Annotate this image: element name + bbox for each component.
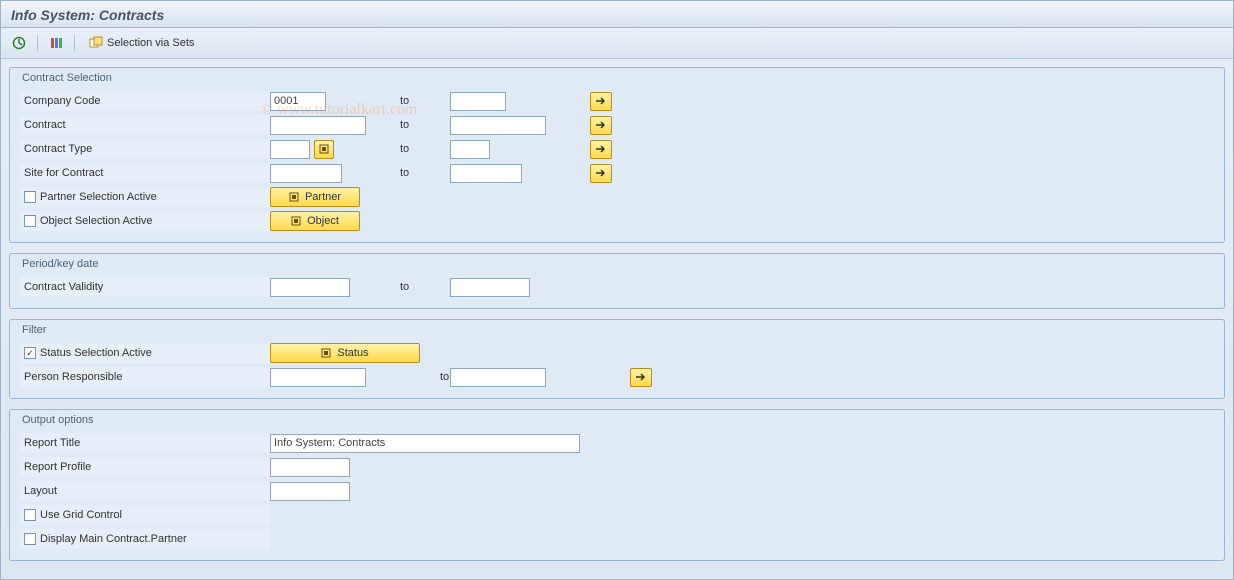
label-report-title: Report Title (20, 433, 270, 453)
group-filter: Filter ✓ Status Selection Active Status … (9, 319, 1225, 399)
to-label: to (370, 167, 450, 179)
person-from-input[interactable] (270, 368, 366, 387)
display-main-text: Display Main Contract.Partner (40, 529, 187, 549)
report-title-input[interactable] (270, 434, 580, 453)
window: Info System: Contracts Selection via Set… (0, 0, 1234, 580)
row-report-profile: Report Profile (20, 456, 1214, 478)
partner-button-label: Partner (305, 191, 341, 203)
contract-to-input[interactable] (450, 116, 546, 135)
row-report-title: Report Title (20, 432, 1214, 454)
row-status-active: ✓ Status Selection Active Status (20, 342, 1214, 364)
label-partner-active: Partner Selection Active (20, 187, 270, 207)
object-button-label: Object (307, 215, 339, 227)
contract-type-search-help-button[interactable] (314, 140, 334, 159)
execute-button[interactable] (9, 33, 29, 53)
object-active-text: Object Selection Active (40, 211, 153, 231)
toolbar-separator (37, 35, 38, 51)
grid-text: Use Grid Control (40, 505, 122, 525)
to-label: to (370, 119, 450, 131)
legend-period: Period/key date (22, 258, 1214, 270)
site-more-button[interactable] (590, 164, 612, 183)
label-status-active: ✓ Status Selection Active (20, 343, 270, 363)
report-profile-input[interactable] (270, 458, 350, 477)
to-label: to (370, 281, 450, 293)
label-validity: Contract Validity (20, 277, 270, 297)
label-company-code: Company Code (20, 91, 270, 111)
person-more-button[interactable] (630, 368, 652, 387)
to-label: to (370, 143, 450, 155)
object-button[interactable]: Object (270, 211, 360, 231)
row-site: Site for Contract to (20, 162, 1214, 184)
status-button[interactable]: Status (270, 343, 420, 363)
label-object-active: Object Selection Active (20, 211, 270, 231)
company-code-more-button[interactable] (590, 92, 612, 111)
contract-from-input[interactable] (270, 116, 366, 135)
selection-via-sets-button[interactable]: Selection via Sets (83, 34, 200, 52)
group-output: Output options Report Title Report Profi… (9, 409, 1225, 561)
toolbar: Selection via Sets (1, 28, 1233, 59)
partner-active-checkbox[interactable] (24, 191, 36, 203)
row-partner-active: Partner Selection Active Partner (20, 186, 1214, 208)
layout-input[interactable] (270, 482, 350, 501)
contract-more-button[interactable] (590, 116, 612, 135)
variant-icon[interactable] (46, 33, 66, 53)
row-company-code: Company Code to (20, 90, 1214, 112)
display-main-checkbox[interactable] (24, 533, 36, 545)
status-button-label: Status (337, 347, 368, 359)
object-active-checkbox[interactable] (24, 215, 36, 227)
group-contract-selection: Contract Selection Company Code to Contr… (9, 67, 1225, 243)
row-object-active: Object Selection Active Object (20, 210, 1214, 232)
content: © www.tutorialkart.com Contract Selectio… (1, 59, 1233, 579)
label-contract-type: Contract Type (20, 139, 270, 159)
company-code-from-input[interactable] (270, 92, 326, 111)
person-to-input[interactable] (450, 368, 546, 387)
status-active-checkbox[interactable]: ✓ (24, 347, 36, 359)
selection-via-sets-label: Selection via Sets (107, 37, 194, 49)
label-contract: Contract (20, 115, 270, 135)
label-report-profile: Report Profile (20, 457, 270, 477)
validity-to-input[interactable] (450, 278, 530, 297)
row-grid: Use Grid Control (20, 504, 1214, 526)
row-contract-type: Contract Type to (20, 138, 1214, 160)
row-validity: Contract Validity to (20, 276, 1214, 298)
to-label: to (370, 95, 450, 107)
label-person: Person Responsible (20, 367, 270, 387)
label-layout: Layout (20, 481, 270, 501)
toolbar-separator (74, 35, 75, 51)
label-site: Site for Contract (20, 163, 270, 183)
label-display-main: Display Main Contract.Partner (20, 529, 270, 549)
row-layout: Layout (20, 480, 1214, 502)
partner-button[interactable]: Partner (270, 187, 360, 207)
contract-type-to-input[interactable] (450, 140, 490, 159)
legend-contract-selection: Contract Selection (22, 72, 1214, 84)
group-period: Period/key date Contract Validity to (9, 253, 1225, 309)
legend-output: Output options (22, 414, 1214, 426)
legend-filter: Filter (22, 324, 1214, 336)
label-grid: Use Grid Control (20, 505, 270, 525)
row-person: Person Responsible to (20, 366, 1214, 388)
contract-type-from-input[interactable] (270, 140, 310, 159)
row-contract: Contract to (20, 114, 1214, 136)
company-code-to-input[interactable] (450, 92, 506, 111)
validity-from-input[interactable] (270, 278, 350, 297)
page-title: Info System: Contracts (1, 1, 1233, 28)
to-label: to (370, 371, 450, 383)
row-display-main: Display Main Contract.Partner (20, 528, 1214, 550)
contract-type-more-button[interactable] (590, 140, 612, 159)
status-active-text: Status Selection Active (40, 343, 152, 363)
site-to-input[interactable] (450, 164, 522, 183)
site-from-input[interactable] (270, 164, 342, 183)
partner-active-text: Partner Selection Active (40, 187, 157, 207)
grid-checkbox[interactable] (24, 509, 36, 521)
